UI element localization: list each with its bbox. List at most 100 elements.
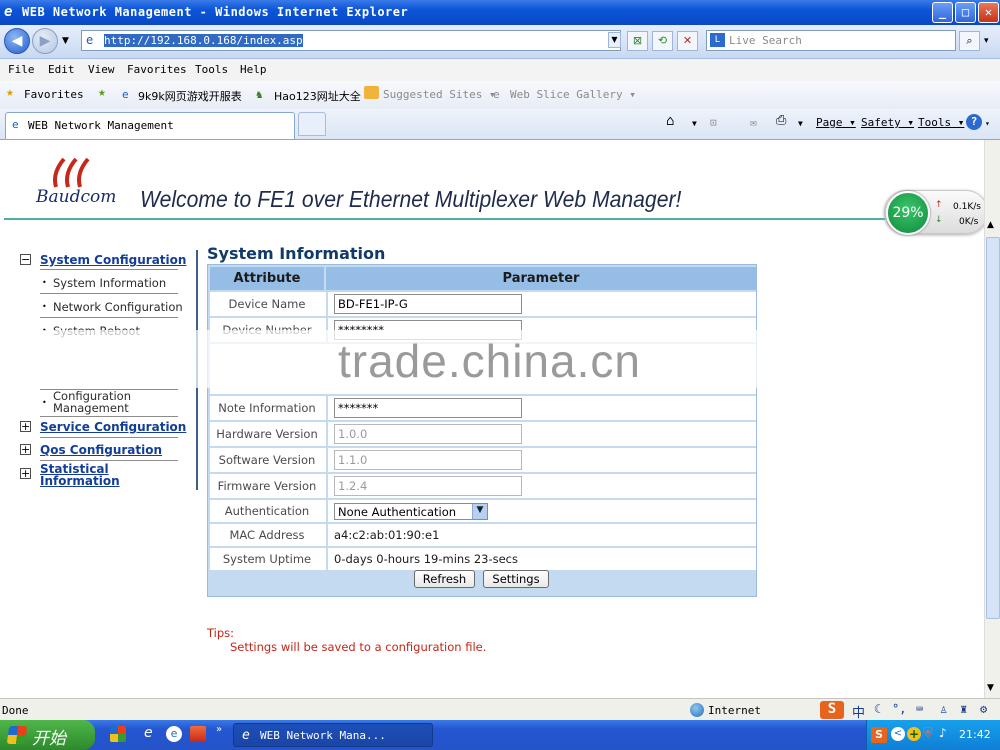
chevron-down-icon: ▼ <box>472 504 487 519</box>
menu-file[interactable]: File <box>8 63 35 76</box>
divider <box>40 317 178 318</box>
start-button[interactable]: 开始 <box>0 720 95 750</box>
section-title: System Information <box>207 244 386 263</box>
back-button[interactable]: ◀ <box>4 28 30 54</box>
ime-moon-icon[interactable]: ☾ <box>874 702 881 716</box>
refresh-button[interactable]: Refresh <box>414 570 475 588</box>
quicklaunch-media-icon[interactable] <box>190 726 206 742</box>
quicklaunch-browser-icon[interactable]: e <box>166 726 182 742</box>
settings-button[interactable]: Settings <box>483 570 549 588</box>
tray-ime-icon[interactable]: S <box>871 727 887 743</box>
sidebar-item-configuration-management[interactable]: Configuration Management <box>53 390 163 414</box>
ime-user-icon[interactable]: ♙ <box>940 702 947 716</box>
sidebar-qos-configuration[interactable]: Qos Configuration <box>40 443 162 457</box>
table-row: MAC Address a4:c2:ab:01:90:e1 <box>210 524 756 546</box>
header-divider <box>4 218 982 220</box>
compatibility-view-icon[interactable]: ⊠ <box>627 31 648 51</box>
favorite-hao123-link[interactable]: Hao123网址大全 <box>274 88 361 104</box>
quicklaunch-expand-icon[interactable]: » <box>216 724 222 735</box>
home-dropdown-icon[interactable]: ▼ <box>692 119 697 128</box>
note-information-input[interactable]: ******* <box>334 398 522 418</box>
menu-tools[interactable]: Tools <box>195 63 228 76</box>
favorite-9k9k-link[interactable]: 9k9k网页游戏开服表 <box>138 88 242 104</box>
collapse-icon[interactable]: − <box>20 254 31 265</box>
expand-icon[interactable]: + <box>20 468 31 479</box>
tray-volume-icon[interactable]: ♪ <box>939 726 947 740</box>
menu-bar: File Edit View Favorites Tools Help <box>0 59 1000 81</box>
help-icon[interactable]: ? <box>966 114 982 130</box>
forward-button[interactable]: ▶ <box>32 28 58 54</box>
minimize-button[interactable]: _ <box>932 2 953 23</box>
maximize-button[interactable]: □ <box>955 2 976 23</box>
sidebar-item-system-information[interactable]: System Information <box>53 276 166 290</box>
stop-icon[interactable]: ✕ <box>677 31 698 51</box>
web-slice-gallery-link[interactable]: Web Slice Gallery ▾ <box>510 88 636 101</box>
row-label: Software Version <box>218 453 316 467</box>
tray-security-icon[interactable]: ⛨ <box>923 726 933 741</box>
print-dropdown-icon[interactable]: ▼ <box>798 119 803 128</box>
ime-punctuation-icon[interactable]: °, <box>892 702 906 716</box>
ime-keyboard-icon[interactable]: ⌨ <box>916 702 923 716</box>
sidebar-statistical-information[interactable]: Statistical Information <box>40 463 150 487</box>
tab-web-network-management[interactable]: e WEB Network Management <box>5 112 295 139</box>
sidebar-service-configuration[interactable]: Service Configuration <box>40 420 186 434</box>
refresh-icon[interactable]: ⟲ <box>652 31 673 51</box>
ime-logo-icon[interactable]: S <box>820 701 844 719</box>
feeds-icon[interactable]: ⊡ <box>710 116 717 129</box>
scroll-down-icon[interactable]: ▼ <box>987 683 994 693</box>
search-go-icon[interactable]: ⌕ <box>959 31 980 51</box>
menu-favorites[interactable]: Favorites <box>127 63 187 76</box>
row-label: MAC Address <box>229 528 305 542</box>
sidebar-item-network-configuration[interactable]: Network Configuration <box>53 300 183 314</box>
security-zone: Internet <box>708 704 761 717</box>
table-row: System Uptime 0-days 0-hours 19-mins 23-… <box>210 548 756 570</box>
add-favorite-icon[interactable]: ★ <box>98 85 106 100</box>
read-mail-icon[interactable]: ✉ <box>750 116 757 129</box>
favorites-bar: ★ Favorites ★ e 9k9k网页游戏开服表 ♞ Hao123网址大全… <box>0 81 1000 109</box>
menu-help[interactable]: Help <box>240 63 267 76</box>
print-icon[interactable]: ⎙ <box>776 113 786 128</box>
sidebar-system-configuration[interactable]: System Configuration <box>40 253 186 267</box>
bullet-icon: • <box>42 278 47 287</box>
divider <box>40 437 178 438</box>
menu-view[interactable]: View <box>88 63 115 76</box>
url-input[interactable]: e http://192.168.0.168/index.asp <box>81 30 621 51</box>
authentication-mode-select[interactable]: None Authentication ▼ <box>334 503 488 520</box>
recent-pages-dropdown-icon[interactable]: ▼ <box>62 36 69 46</box>
taskbar-item-ie[interactable]: e WEB Network Mana... <box>233 723 433 747</box>
expand-icon[interactable]: + <box>20 421 31 432</box>
ime-chinese-mode[interactable]: 中 <box>852 702 865 721</box>
ime-shirt-icon[interactable]: ♜ <box>960 702 967 716</box>
table-row: Software Version 1.1.0 <box>210 448 756 472</box>
scroll-up-icon[interactable]: ▲ <box>987 220 994 230</box>
window-title: WEB Network Management - Windows Interne… <box>22 5 409 19</box>
suggested-sites-link[interactable]: Suggested Sites ▾ <box>383 88 496 101</box>
divider <box>40 416 178 417</box>
vertical-scrollbar[interactable]: ▲ ▼ <box>984 140 1000 698</box>
quicklaunch-windows-icon[interactable] <box>110 726 126 742</box>
new-tab-button[interactable] <box>298 112 326 136</box>
tray-add-icon[interactable]: + <box>907 727 921 741</box>
tools-menu[interactable]: Tools ▾ <box>918 116 964 129</box>
device-name-input[interactable]: BD-FE1-IP-G <box>334 294 522 314</box>
url-dropdown-icon[interactable]: ▼ <box>608 32 621 48</box>
favorites-button[interactable]: Favorites <box>24 88 84 101</box>
close-window-button[interactable]: ✕ <box>978 2 999 23</box>
scrollbar-thumb[interactable] <box>986 237 1000 619</box>
web-slice-icon: e <box>493 88 500 101</box>
welcome-banner: Welcome to FE1 over Ethernet Multiplexer… <box>140 186 682 212</box>
row-label: Note Information <box>218 401 316 415</box>
search-input[interactable]: L Live Search <box>706 30 956 51</box>
home-icon[interactable]: ⌂ <box>666 113 674 129</box>
expand-icon[interactable]: + <box>20 444 31 455</box>
page-menu[interactable]: Page ▾ <box>816 116 856 129</box>
tray-back-icon[interactable]: < <box>891 727 905 741</box>
quicklaunch-ie-icon[interactable]: e <box>144 725 153 741</box>
menu-edit[interactable]: Edit <box>48 63 75 76</box>
network-speed-gauge[interactable]: 29% ↑ 0.1K/s ↓ 0K/s <box>884 190 984 235</box>
system-tray: S < + ⛨ ♪ 21:42 <box>866 720 1000 750</box>
safety-menu[interactable]: Safety ▾ <box>861 116 914 129</box>
help-dropdown-icon[interactable]: ▾ <box>985 119 990 128</box>
search-options-icon[interactable]: ▾ <box>984 36 989 46</box>
ime-settings-icon[interactable]: ⚙ <box>980 702 987 716</box>
